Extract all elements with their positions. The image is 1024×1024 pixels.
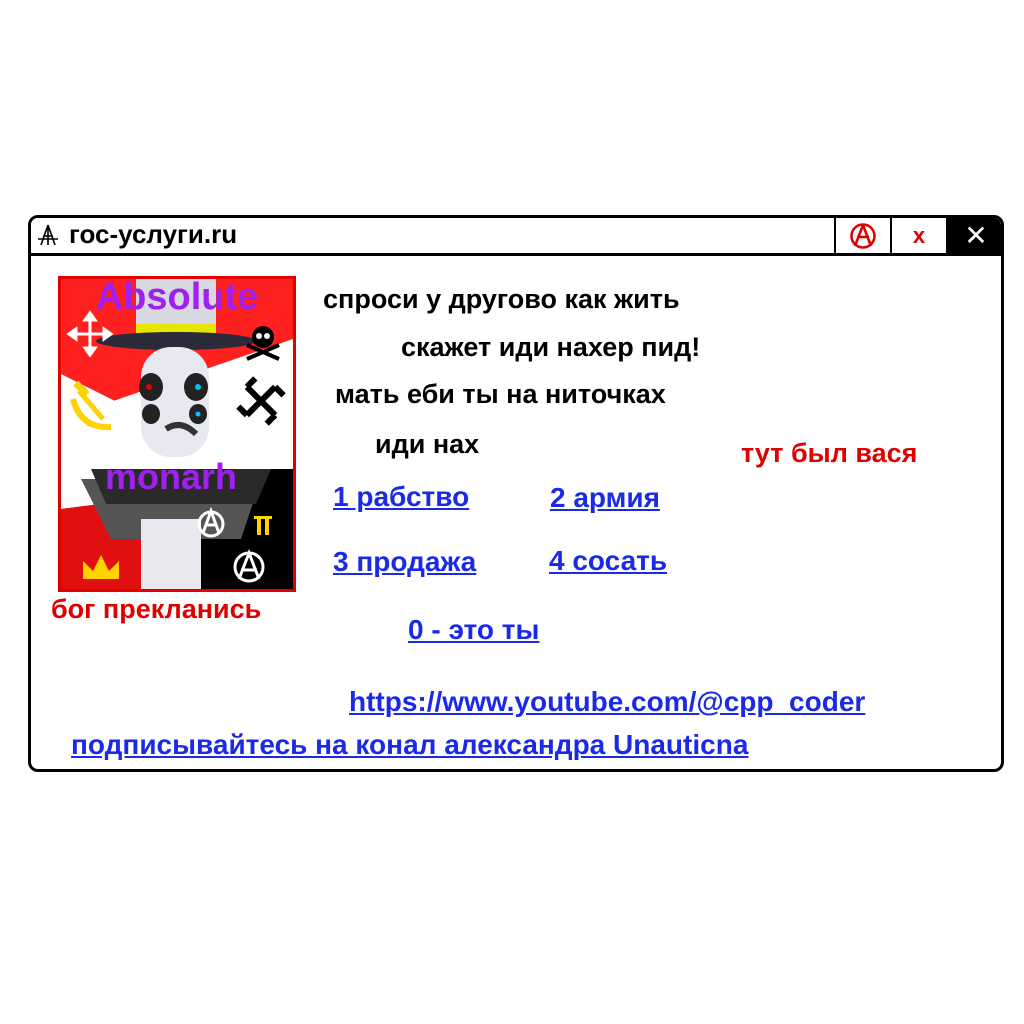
- title-bar[interactable]: гос-услуги.ru x ✕: [31, 218, 1001, 256]
- subscribe-link[interactable]: подписывайтесь на конал александра Unaut…: [71, 729, 748, 761]
- monarch-figure-illustration: Absolute monarh: [61, 279, 293, 589]
- x-button[interactable]: x: [890, 218, 946, 253]
- message-line-4: иди нах: [375, 429, 480, 459]
- option-0-link[interactable]: 0 - это ты: [408, 614, 539, 646]
- app-window: гос-услуги.ru x ✕ Absolute monarh бог пр…: [28, 215, 1004, 772]
- close-button[interactable]: ✕: [946, 218, 1001, 253]
- anarchy-icon: [850, 222, 876, 249]
- window-title: гос-услуги.ru: [69, 219, 238, 249]
- message-line-3: мать еби ты на ниточках: [335, 379, 666, 409]
- anarchy-button[interactable]: [834, 218, 890, 253]
- option-2-link[interactable]: 2 армия: [550, 482, 660, 514]
- portrait-image: Absolute monarh: [58, 276, 296, 592]
- svg-text:Absolute: Absolute: [96, 279, 259, 318]
- option-1-link[interactable]: 1 рабство: [333, 481, 469, 513]
- anarchy-compass-icon: [38, 224, 58, 246]
- window-content: Absolute monarh бог прекланись спроси у …: [31, 256, 1001, 769]
- youtube-link[interactable]: https://www.youtube.com/@cpp_coder: [349, 686, 865, 718]
- option-3-link[interactable]: 3 продажа: [333, 546, 476, 578]
- message-line-2: скажет иди нахер пид!: [401, 332, 701, 362]
- option-4-link[interactable]: 4 сосать: [549, 545, 667, 577]
- svg-text:monarh: monarh: [105, 456, 237, 497]
- portrait-caption: бог прекланись: [51, 594, 262, 624]
- message-line-1: спроси у другово как жить: [323, 284, 680, 314]
- side-note: тут был вася: [741, 438, 918, 468]
